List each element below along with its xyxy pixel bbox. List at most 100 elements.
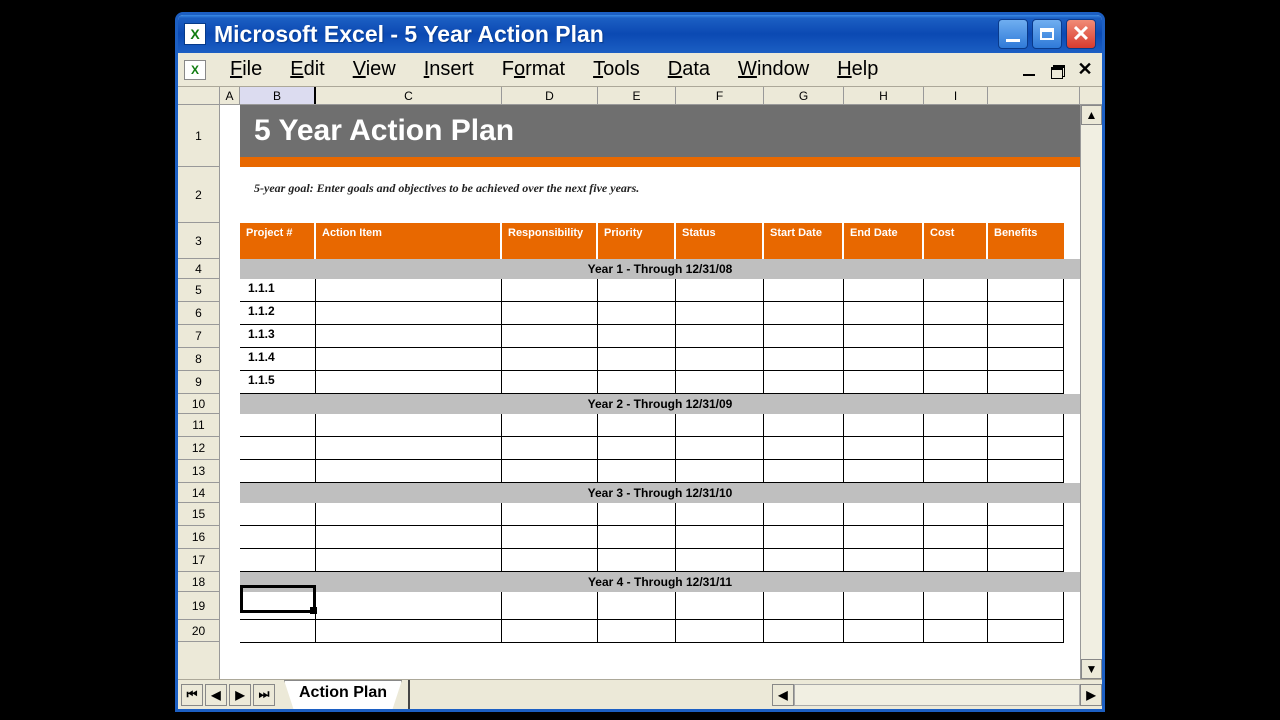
cell-project-1[interactable]: 1.1.1	[240, 279, 316, 302]
minimize-button[interactable]	[998, 19, 1028, 49]
year4-bar[interactable]: Year 4 - Through 12/31/11	[240, 572, 1080, 592]
cell-project-3[interactable]: 1.1.3	[240, 325, 316, 348]
table-row	[240, 414, 1080, 437]
cell-project-4[interactable]: 1.1.4	[240, 348, 316, 371]
excel-icon: X	[184, 23, 206, 45]
mdi-minimize-button[interactable]	[1018, 60, 1040, 80]
col-header-D[interactable]: D	[502, 87, 598, 104]
sheet-tab-active[interactable]: Action Plan	[284, 680, 402, 709]
table-row	[240, 549, 1080, 572]
row-header-13[interactable]: 13	[178, 460, 219, 483]
th-status[interactable]: Status	[676, 223, 764, 259]
row-header-1[interactable]: 1	[178, 105, 219, 167]
row-header-3[interactable]: 3	[178, 223, 219, 259]
menu-insert[interactable]: Insert	[410, 56, 488, 83]
year1-bar[interactable]: Year 1 - Through 12/31/08	[240, 259, 1080, 279]
col-header-I[interactable]: I	[924, 87, 988, 104]
row-headers: 1 2 3 4 5 6 7 8 9 10 11 12 13 14 15 16 1…	[178, 105, 220, 679]
menu-file[interactable]: File	[216, 56, 276, 83]
table-header-row: Project # Action Item Responsibility Pri…	[240, 223, 1080, 259]
menu-window[interactable]: Window	[724, 56, 823, 83]
col-header-C[interactable]: C	[316, 87, 502, 104]
titlebar[interactable]: X Microsoft Excel - 5 Year Action Plan ✕	[178, 15, 1102, 53]
window: X Microsoft Excel - 5 Year Action Plan ✕…	[175, 12, 1105, 712]
row-header-8[interactable]: 8	[178, 348, 219, 371]
spreadsheet-grid[interactable]: 5 Year Action Plan 5-year goal: Enter go…	[220, 105, 1080, 679]
row-header-9[interactable]: 9	[178, 371, 219, 394]
mdi-close-button[interactable]: ✕	[1074, 60, 1096, 80]
row-header-4[interactable]: 4	[178, 259, 219, 279]
cell-project-2[interactable]: 1.1.2	[240, 302, 316, 325]
row-header-12[interactable]: 12	[178, 437, 219, 460]
th-project[interactable]: Project #	[240, 223, 316, 259]
th-action[interactable]: Action Item	[316, 223, 502, 259]
row-header-2[interactable]: 2	[178, 167, 219, 223]
col-header-H[interactable]: H	[844, 87, 924, 104]
vertical-scrollbar[interactable]: ▲ ▼	[1080, 105, 1102, 679]
horizontal-scrollbar[interactable]: ◀ ▶	[772, 680, 1102, 709]
vscroll-track[interactable]	[1081, 125, 1102, 659]
row-header-15[interactable]: 15	[178, 503, 219, 526]
menu-edit[interactable]: Edit	[276, 56, 338, 83]
mdi-restore-button[interactable]	[1046, 60, 1068, 80]
column-headers: A B C D E F G H I	[178, 87, 1102, 105]
row-header-7[interactable]: 7	[178, 325, 219, 348]
close-button[interactable]: ✕	[1066, 19, 1096, 49]
menubar: X File Edit View Insert Format Tools Dat…	[178, 53, 1102, 87]
row-header-20[interactable]: 20	[178, 620, 219, 642]
sheet-subtitle[interactable]: 5-year goal: Enter goals and objectives …	[240, 167, 1080, 223]
table-row: 1.1.5	[240, 371, 1080, 394]
tab-first-button[interactable]: ⏮	[181, 684, 203, 706]
year3-bar[interactable]: Year 3 - Through 12/31/10	[240, 483, 1080, 503]
row-header-17[interactable]: 17	[178, 549, 219, 572]
th-start[interactable]: Start Date	[764, 223, 844, 259]
table-row	[240, 437, 1080, 460]
tab-prev-button[interactable]: ◀	[205, 684, 227, 706]
th-priority[interactable]: Priority	[598, 223, 676, 259]
tab-next-button[interactable]: ▶	[229, 684, 251, 706]
select-all-corner[interactable]	[178, 87, 220, 104]
menu-tools[interactable]: Tools	[579, 56, 654, 83]
tab-last-button[interactable]: ⏭	[253, 684, 275, 706]
col-header-G[interactable]: G	[764, 87, 844, 104]
table-row: 1.1.2	[240, 302, 1080, 325]
excel-icon-letter: X	[190, 26, 199, 42]
row-header-10[interactable]: 10	[178, 394, 219, 414]
row-header-11[interactable]: 11	[178, 414, 219, 437]
menu-view[interactable]: View	[339, 56, 410, 83]
row-header-14[interactable]: 14	[178, 483, 219, 503]
col-header-E[interactable]: E	[598, 87, 676, 104]
menu-format[interactable]: Format	[488, 56, 579, 83]
menu-data[interactable]: Data	[654, 56, 724, 83]
row-header-5[interactable]: 5	[178, 279, 219, 302]
cell-project-5[interactable]: 1.1.5	[240, 371, 316, 394]
hscroll-track[interactable]	[794, 684, 1080, 706]
row-header-16[interactable]: 16	[178, 526, 219, 549]
row-header-19[interactable]: 19	[178, 592, 219, 620]
menu-help[interactable]: Help	[823, 56, 892, 83]
year2-bar[interactable]: Year 2 - Through 12/31/09	[240, 394, 1080, 414]
row-header-18[interactable]: 18	[178, 572, 219, 592]
row-header-6[interactable]: 6	[178, 302, 219, 325]
workbook-icon[interactable]: X	[184, 60, 206, 80]
table-row	[240, 592, 1080, 620]
col-header-A[interactable]: A	[220, 87, 240, 104]
th-benefit[interactable]: Benefits	[988, 223, 1064, 259]
table-row	[240, 460, 1080, 483]
col-header-B[interactable]: B	[240, 87, 316, 104]
col-header-F[interactable]: F	[676, 87, 764, 104]
col-header-extra[interactable]	[988, 87, 1080, 104]
tab-track[interactable]	[408, 680, 772, 709]
th-cost[interactable]: Cost	[924, 223, 988, 259]
scroll-right-button[interactable]: ▶	[1080, 684, 1102, 706]
th-responsible[interactable]: Responsibility	[502, 223, 598, 259]
scroll-up-button[interactable]: ▲	[1081, 105, 1102, 125]
maximize-button[interactable]	[1032, 19, 1062, 49]
scroll-down-button[interactable]: ▼	[1081, 659, 1102, 679]
close-icon: ✕	[1072, 23, 1090, 45]
sheet-title-cell[interactable]: 5 Year Action Plan	[240, 105, 1080, 157]
table-row	[240, 526, 1080, 549]
scroll-left-button[interactable]: ◀	[772, 684, 794, 706]
table-row: 1.1.3	[240, 325, 1080, 348]
th-end[interactable]: End Date	[844, 223, 924, 259]
